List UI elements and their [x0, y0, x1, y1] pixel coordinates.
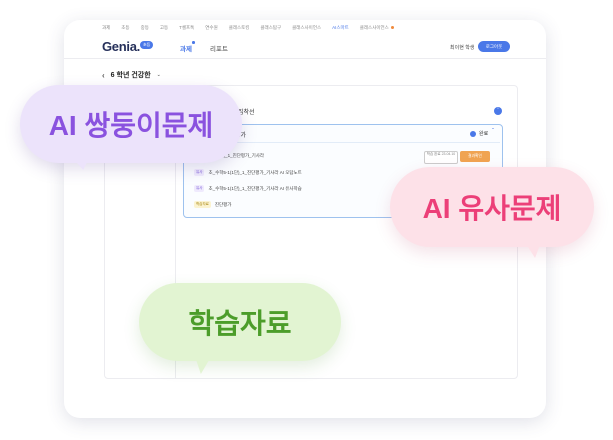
- chevron-down-icon[interactable]: ⌄: [157, 72, 161, 78]
- ai-similar-problem-bubble: AI 유사문제: [390, 167, 594, 247]
- item-text: 진단평가: [214, 201, 232, 207]
- topnav-item[interactable]: 중등: [141, 25, 149, 31]
- top-navigation: 과제 초등 중등 고등 T셀프톡 연수원 클래스토킹 클래스탐구 클래스사이언스…: [64, 20, 546, 36]
- item-tag: 유사: [194, 185, 205, 192]
- topnav-item[interactable]: T셀프톡: [179, 25, 194, 31]
- new-dot-icon: [390, 26, 394, 30]
- topnav-item-active[interactable]: AI스마트: [332, 25, 349, 31]
- user-name: 최이현 학생: [450, 45, 475, 51]
- topnav-item[interactable]: 클래스토킹: [229, 25, 250, 31]
- topnav-item[interactable]: 클래스사이언스: [360, 25, 394, 31]
- topnav-item[interactable]: 연수원: [205, 25, 217, 31]
- chevron-up-icon[interactable]: ˆ: [494, 107, 502, 115]
- list-item[interactable]: 유사 초_수학5-1(1단)_1_진단평가_기사라 AI 오답노트: [194, 169, 302, 176]
- active-dot-icon: [192, 41, 195, 44]
- collapse-icon[interactable]: ˆ: [492, 129, 494, 135]
- logo-badge: 초등: [140, 41, 154, 49]
- topnav-item[interactable]: 클래스탐구: [260, 25, 281, 31]
- item-text: 초_수학5-1(1단)_1_진단평가_기사라 AI 유사학습: [208, 185, 302, 191]
- topnav-item[interactable]: 클래스사이언스: [292, 25, 321, 31]
- back-icon[interactable]: ‹: [102, 71, 105, 80]
- list-item[interactable]: 학습자료 진단평가: [194, 201, 231, 208]
- nav-task[interactable]: 과제: [180, 41, 195, 53]
- item-tag: 학습자료: [194, 201, 211, 208]
- bubble-label: AI 유사문제: [422, 193, 562, 224]
- topnav-item[interactable]: 과제: [102, 25, 110, 31]
- bubble-tail: [523, 237, 545, 259]
- bubble-label: 학습자료: [188, 308, 292, 339]
- header: Genia. 초등 과제 리포트 최이현 학생 로그아웃: [64, 36, 546, 59]
- study-complete-button[interactable]: 학습 완료 23.04.10: [424, 151, 458, 164]
- logout-button[interactable]: 로그아웃: [478, 41, 510, 52]
- page-title: ‹ 6 학년 건강한 ⌄: [102, 70, 161, 80]
- complete-status-icon: [470, 131, 476, 137]
- list-item[interactable]: 유사 초_수학5-1(1단)_1_진단평가_기사라 AI 유사학습: [194, 185, 302, 192]
- item-text: 초_수학5-1(1단)_1_진단평가_기사라 AI 오답노트: [208, 169, 302, 175]
- item-tag: 유사: [194, 169, 205, 176]
- bubble-label: AI 쌍둥이문제: [48, 110, 214, 141]
- view-result-button[interactable]: 결과확인: [460, 151, 490, 162]
- topnav-item[interactable]: 고등: [160, 25, 168, 31]
- bubble-tail: [190, 351, 214, 375]
- logo[interactable]: Genia.: [102, 39, 140, 54]
- learning-material-bubble: 학습자료: [139, 283, 341, 361]
- bubble-tail: [68, 150, 96, 172]
- ai-twin-problem-bubble: AI 쌍둥이문제: [20, 85, 242, 163]
- complete-status-label: 완료: [479, 131, 489, 137]
- nav-report[interactable]: 리포트: [210, 43, 228, 53]
- topnav-item[interactable]: 초등: [121, 25, 129, 31]
